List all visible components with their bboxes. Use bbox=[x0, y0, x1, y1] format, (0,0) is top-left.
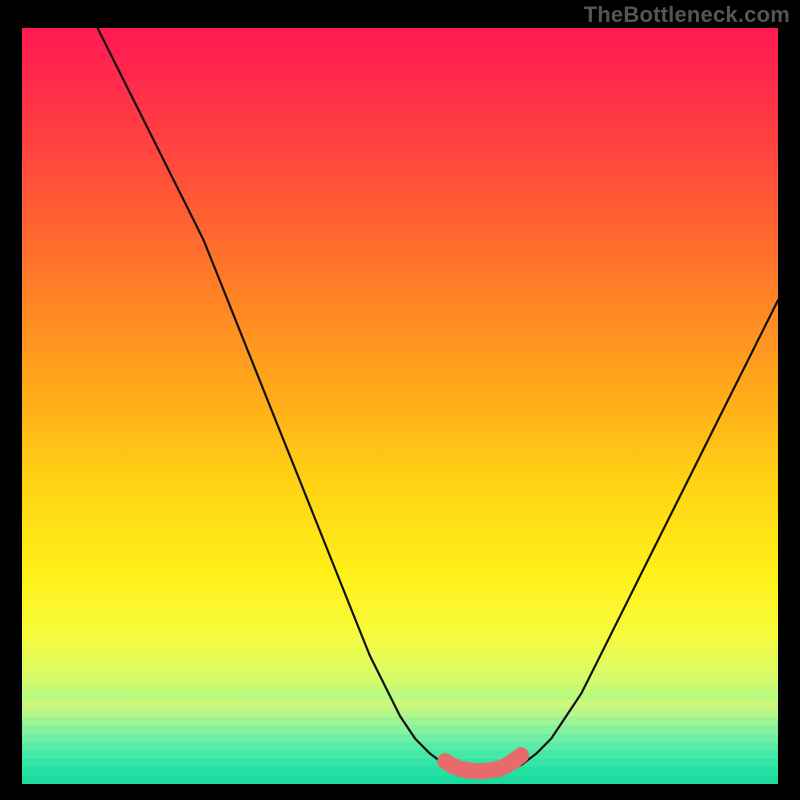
optimal-zone-dots bbox=[437, 747, 529, 779]
watermark-text: TheBottleneck.com bbox=[584, 2, 790, 28]
optimal-zone-dot bbox=[513, 747, 529, 763]
curve-layer bbox=[22, 28, 778, 784]
plot-area bbox=[22, 28, 778, 784]
bottleneck-curve-left bbox=[98, 28, 461, 769]
stage: { "watermark": "TheBottleneck.com", "cha… bbox=[0, 0, 800, 800]
bottleneck-curve-right bbox=[506, 300, 778, 769]
